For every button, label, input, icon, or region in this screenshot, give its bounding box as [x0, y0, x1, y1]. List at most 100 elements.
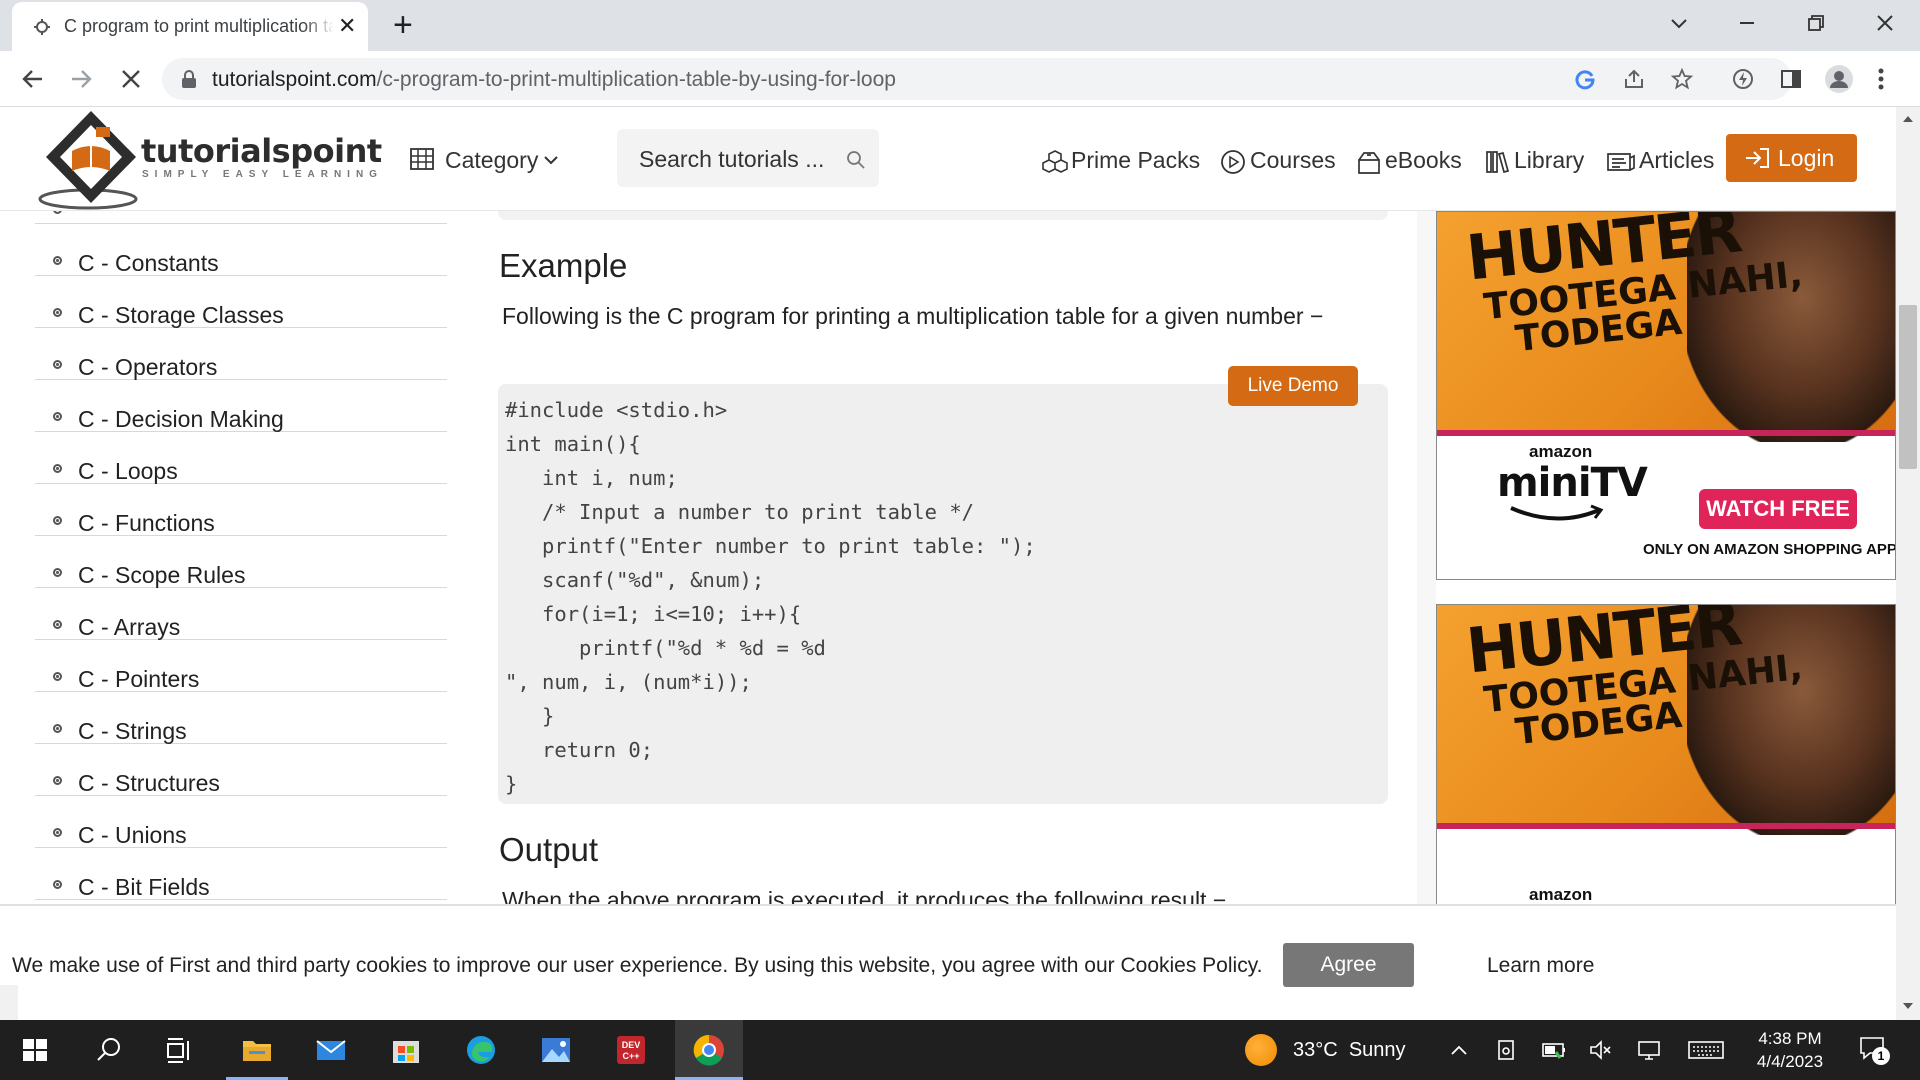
lock-icon[interactable]: [180, 69, 198, 89]
logo-tagline: SIMPLY EASY LEARNING: [142, 169, 383, 180]
keyboard-icon[interactable]: [1688, 1040, 1724, 1060]
url-path: /c-program-to-print-multiplication-table…: [376, 68, 896, 91]
notification-center-button[interactable]: 1: [1858, 1035, 1890, 1065]
browser-menu-icon[interactable]: [1876, 66, 1886, 92]
scroll-up-icon[interactable]: [1902, 115, 1914, 123]
ad-brand-small: amazon: [1529, 442, 1593, 461]
sidebar-item-partial[interactable]: [35, 211, 447, 224]
sidebar-item-decision-making[interactable]: C - Decision Making: [35, 380, 447, 432]
weather-temp: 33°C: [1293, 1039, 1338, 1061]
taskbar-dev-cpp[interactable]: DEV C++: [600, 1020, 662, 1080]
start-button[interactable]: [4, 1020, 66, 1080]
sidebar-item-constants[interactable]: C - Constants: [35, 224, 447, 276]
svg-text:DEV: DEV: [622, 1040, 641, 1050]
logo-emblem-icon: [38, 111, 138, 210]
nav-courses[interactable]: Courses: [1220, 147, 1336, 177]
side-panel-icon[interactable]: [1778, 66, 1804, 92]
nav-ebooks[interactable]: eBooks: [1356, 147, 1462, 177]
weather-sun-icon[interactable]: [1245, 1034, 1277, 1066]
search-icon[interactable]: [846, 150, 866, 170]
example-heading: Example: [499, 247, 628, 284]
code-text[interactable]: #include <stdio.h> int main(){ int i, nu…: [505, 393, 1036, 801]
scroll-down-icon[interactable]: [1902, 1002, 1914, 1010]
nav-articles[interactable]: Articles: [1606, 147, 1716, 177]
window-close-icon[interactable]: [1874, 12, 1896, 34]
code-block[interactable]: #include <stdio.h> int main(){ int i, nu…: [498, 384, 1388, 804]
address-bar[interactable]: tutorialspoint.com/c-program-to-print-mu…: [162, 58, 1792, 100]
sidebar-item-functions[interactable]: C - Functions: [35, 484, 447, 536]
ad-banner-minitv[interactable]: HUNTER TOOTEGA NAHI, TODEGA amazon miniT…: [1436, 211, 1896, 580]
nav-prime-packs[interactable]: Prime Packs: [1041, 147, 1201, 177]
forward-icon[interactable]: [68, 66, 94, 92]
article-icon: [1607, 153, 1635, 171]
extension-icon[interactable]: [1730, 66, 1756, 92]
share-icon[interactable]: [1622, 67, 1646, 91]
tab-search-chevron-icon[interactable]: [1668, 12, 1690, 34]
site-logo[interactable]: tutorialspoint SIMPLY EASY LEARNING: [36, 107, 402, 211]
ad-cta-button[interactable]: WATCH FREE: [1699, 489, 1857, 529]
ad-poster: HUNTER TOOTEGA NAHI, TODEGA: [1437, 605, 1895, 835]
task-view-button[interactable]: [148, 1020, 210, 1080]
logo-wordmark: tutorialspoint: [141, 132, 382, 170]
horizontal-scrollbar-stub[interactable]: [0, 985, 18, 1022]
sidebar-item-operators[interactable]: C - Operators: [35, 328, 447, 380]
bullet-icon: [53, 776, 62, 785]
url-text[interactable]: tutorialspoint.com/c-program-to-print-mu…: [212, 68, 896, 92]
taskbar-mail[interactable]: [300, 1020, 362, 1080]
back-icon[interactable]: [20, 66, 46, 92]
login-button[interactable]: Login: [1726, 134, 1857, 182]
device-icon[interactable]: [1495, 1038, 1517, 1062]
sidebar-item-storage-classes[interactable]: C - Storage Classes: [35, 276, 447, 328]
search-box[interactable]: Search tutorials ...: [617, 129, 879, 187]
ad-band: [1437, 430, 1895, 436]
taskbar-chrome[interactable]: [675, 1020, 743, 1080]
taskbar-file-explorer[interactable]: [226, 1020, 288, 1080]
live-demo-button[interactable]: Live Demo: [1228, 366, 1358, 406]
sidebar-item-scope-rules[interactable]: C - Scope Rules: [35, 536, 447, 588]
browser-tab[interactable]: C program to print multiplication table …: [12, 2, 368, 51]
agree-button[interactable]: Agree: [1283, 943, 1414, 987]
edge-icon: [467, 1036, 495, 1064]
bullet-icon: [53, 620, 62, 629]
tab-close-icon[interactable]: ✕: [338, 13, 356, 39]
nav-label: Courses: [1250, 147, 1336, 173]
learn-more-link[interactable]: Learn more: [1487, 954, 1594, 978]
store-icon: [393, 1041, 419, 1063]
sidebar-item-unions[interactable]: C - Unions: [35, 796, 447, 848]
google-lens-icon[interactable]: [1574, 68, 1596, 90]
scrollbar-thumb[interactable]: [1899, 305, 1917, 469]
sidebar-item-strings[interactable]: C - Strings: [35, 692, 447, 744]
stop-loading-icon[interactable]: [118, 66, 144, 92]
bullet-icon: [53, 724, 62, 733]
minimize-icon[interactable]: [1736, 12, 1758, 34]
network-icon[interactable]: [1636, 1038, 1662, 1062]
sidebar-item-structures[interactable]: C - Structures: [35, 744, 447, 796]
speaker-muted-icon[interactable]: [1588, 1038, 1614, 1062]
taskbar-edge[interactable]: [450, 1020, 512, 1080]
sidebar-item-bit-fields[interactable]: C - Bit Fields: [35, 848, 447, 900]
ad-banner-hunter[interactable]: HUNTER TOOTEGA NAHI, TODEGA amazon: [1436, 604, 1896, 904]
nav-label: Articles: [1639, 147, 1715, 173]
chrome-icon: [693, 1034, 724, 1066]
taskbar-store[interactable]: [375, 1020, 437, 1080]
sidebar-item-arrays[interactable]: C - Arrays: [35, 588, 447, 640]
chevron-up-icon[interactable]: [1448, 1040, 1470, 1060]
windows-logo-icon: [23, 1039, 47, 1061]
new-tab-button[interactable]: +: [393, 6, 413, 45]
profile-avatar-icon[interactable]: [1824, 64, 1854, 94]
nav-library[interactable]: Library: [1484, 147, 1589, 177]
taskbar-search-button[interactable]: [78, 1020, 140, 1080]
restore-icon[interactable]: [1805, 12, 1827, 34]
system-clock[interactable]: 4:38 PM 4/4/2023: [1735, 1027, 1845, 1073]
category-dropdown[interactable]: Category: [410, 145, 565, 175]
clock-date: 4/4/2023: [1756, 1052, 1824, 1071]
taskbar-photos[interactable]: [525, 1020, 587, 1080]
nav-label: Prime Packs: [1071, 147, 1201, 173]
vertical-scrollbar[interactable]: [1896, 107, 1920, 1020]
sidebar-item-loops[interactable]: C - Loops: [35, 432, 447, 484]
sidebar-item-pointers[interactable]: C - Pointers: [35, 640, 447, 692]
weather-widget[interactable]: 33°C Sunny: [1293, 1039, 1406, 1062]
search-input[interactable]: Search tutorials ...: [639, 146, 824, 173]
battery-icon[interactable]: [1541, 1038, 1567, 1062]
bookmark-star-icon[interactable]: [1670, 67, 1694, 91]
